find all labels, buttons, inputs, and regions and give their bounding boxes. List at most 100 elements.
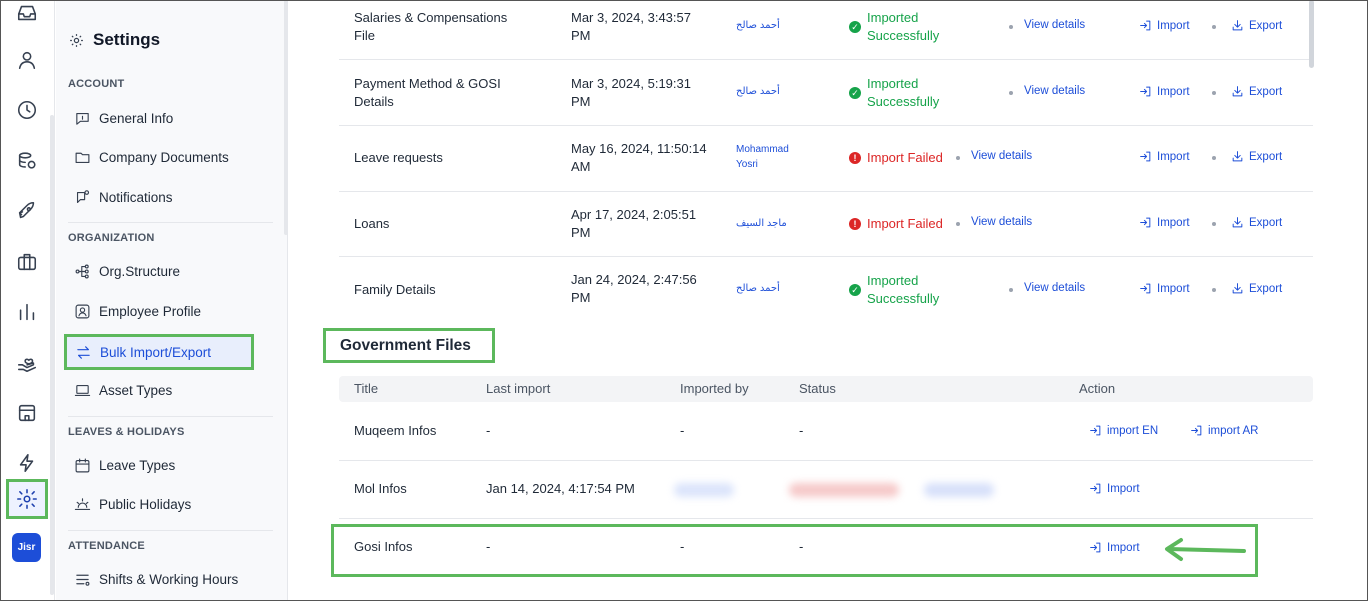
lightning-icon[interactable] <box>14 450 40 476</box>
view-details-link[interactable]: View details <box>1024 19 1085 31</box>
last-import-date: Apr 17, 2024, 2:05:51 PM <box>571 207 697 240</box>
status-badge: ✓ Imported Successfully <box>849 272 939 308</box>
download-icon <box>1232 283 1243 294</box>
sidebar-item-employee-profile[interactable]: Employee Profile <box>74 296 201 326</box>
gear-icon <box>70 33 83 47</box>
profile-icon <box>75 304 90 318</box>
rocket-icon[interactable] <box>14 198 40 224</box>
export-button[interactable]: Export <box>1231 282 1282 295</box>
view-details-link[interactable]: View details <box>1024 85 1085 97</box>
imported-by: أحمد صالح <box>736 20 780 31</box>
import-button[interactable]: Import <box>1139 19 1190 32</box>
sidebar-item-label: Leave Types <box>99 457 176 473</box>
file-title: Loans <box>354 216 390 231</box>
status-text: - <box>799 423 804 438</box>
imported-by: - <box>680 423 685 438</box>
column-status: Status <box>799 381 836 396</box>
export-button[interactable]: Export <box>1231 85 1282 98</box>
section-leaves-holidays: LEAVES & HOLIDAYS <box>68 426 185 438</box>
store-icon[interactable] <box>14 400 40 426</box>
imported-by: أحمد صالح <box>736 283 780 294</box>
gov-file-title: Muqeem Infos <box>354 423 437 438</box>
swap-arrows-icon <box>77 345 90 359</box>
download-icon <box>1232 151 1243 162</box>
sidebar-item-shifts-working-hours[interactable]: Shifts & Working Hours <box>74 564 238 594</box>
import-ar-button[interactable]: import AR <box>1190 424 1259 437</box>
sidebar-item-company-documents[interactable]: Company Documents <box>74 142 229 172</box>
table-row: Leave requests May 16, 2024, 11:50:14 AM … <box>339 126 1313 192</box>
view-details-link[interactable]: View details <box>971 150 1032 162</box>
payroll-icon[interactable] <box>14 148 40 174</box>
imported-by: Mohammad Yosri <box>736 144 789 170</box>
sidebar-item-public-holidays[interactable]: Public Holidays <box>74 489 191 519</box>
last-import-date: Mar 3, 2024, 3:43:57 PM <box>571 10 691 43</box>
last-import-date: Mar 3, 2024, 5:19:31 PM <box>571 76 691 109</box>
clock-icon[interactable] <box>14 97 40 123</box>
main-content: Salaries & Compensations File Mar 3, 2024… <box>289 0 1368 601</box>
rail-scrollbar[interactable] <box>50 115 54 595</box>
sidebar-item-leave-types[interactable]: Leave Types <box>74 450 175 480</box>
sidebar-item-label: Public Holidays <box>99 496 192 512</box>
status-badge: ! Import Failed <box>849 215 943 233</box>
export-button[interactable]: Export <box>1231 150 1282 163</box>
export-button[interactable]: Export <box>1231 216 1282 229</box>
file-title: Salaries & Compensations File <box>354 10 508 43</box>
settings-gear-icon[interactable] <box>6 479 48 519</box>
sidebar-title-text: Settings <box>93 30 161 49</box>
icon-rail: Jisr <box>0 0 55 601</box>
sidebar-item-org-structure[interactable]: Org.Structure <box>74 256 180 286</box>
jisr-logo[interactable]: Jisr <box>12 533 41 562</box>
export-button[interactable]: Export <box>1231 19 1282 32</box>
government-files-title: Government Files <box>323 328 495 363</box>
sidebar-title: Settings <box>68 30 160 50</box>
sidebar-item-notifications[interactable]: Notifications <box>74 182 173 212</box>
download-icon <box>1232 217 1243 228</box>
imported-by: أحمد صالح <box>736 86 780 97</box>
import-icon <box>1140 86 1151 97</box>
sidebar-item-label: General Info <box>99 110 174 126</box>
arrow-left-icon <box>1165 538 1246 561</box>
sidebar-item-asset-types[interactable]: Asset Types <box>74 375 172 405</box>
shifts-icon <box>76 574 90 586</box>
import-icon <box>1140 20 1151 31</box>
highlight-box <box>331 524 1258 577</box>
sidebar-item-bulk-import-export[interactable]: Bulk Import/Export <box>64 334 254 370</box>
import-button[interactable]: Import <box>1139 216 1190 229</box>
import-button[interactable]: Import <box>1139 150 1190 163</box>
table-row: Salaries & Compensations File Mar 3, 2024… <box>339 0 1313 60</box>
section-organization: ORGANIZATION <box>68 232 155 244</box>
import-en-button[interactable]: import EN <box>1089 424 1158 437</box>
calendar-icon <box>75 458 90 472</box>
hand-heart-icon[interactable] <box>14 350 40 376</box>
chart-icon[interactable] <box>14 299 40 325</box>
import-icon <box>1140 283 1151 294</box>
file-title: Family Details <box>354 282 436 297</box>
briefcase-icon[interactable] <box>14 249 40 275</box>
table-row: Family Details Jan 24, 2024, 2:47:56 PM أ… <box>339 257 1313 323</box>
view-details-link[interactable]: View details <box>971 216 1032 228</box>
main-scrollbar[interactable] <box>1309 0 1314 68</box>
folder-icon <box>75 152 90 163</box>
laptop-icon <box>74 384 91 396</box>
sidebar-item-general-info[interactable]: General Info <box>74 103 173 133</box>
last-import-date: May 16, 2024, 11:50:14 AM <box>571 141 707 174</box>
table-row: Payment Method & GOSI Details Mar 3, 2024… <box>339 60 1313 126</box>
import-button[interactable]: Import <box>1089 482 1140 495</box>
file-title: Payment Method & GOSI Details <box>354 76 501 109</box>
inbox-icon[interactable] <box>14 0 40 26</box>
sidebar-scrollbar[interactable] <box>284 0 288 235</box>
sidebar-item-label: Employee Profile <box>99 303 202 319</box>
user-icon[interactable] <box>14 47 40 73</box>
government-table-header: Title Last import Imported by Status Act… <box>339 376 1313 402</box>
blurred-link <box>924 483 994 497</box>
column-imported-by: Imported by <box>680 381 749 396</box>
check-circle-icon: ✓ <box>849 284 861 296</box>
import-button[interactable]: Import <box>1139 282 1190 295</box>
import-icon <box>1140 151 1151 162</box>
section-attendance: ATTENDANCE <box>68 540 145 552</box>
column-title: Title <box>354 381 379 396</box>
download-icon <box>1232 20 1243 31</box>
table-row: Loans Apr 17, 2024, 2:05:51 PM ماجد السيف… <box>339 192 1313 257</box>
view-details-link[interactable]: View details <box>1024 282 1085 294</box>
import-button[interactable]: Import <box>1139 85 1190 98</box>
